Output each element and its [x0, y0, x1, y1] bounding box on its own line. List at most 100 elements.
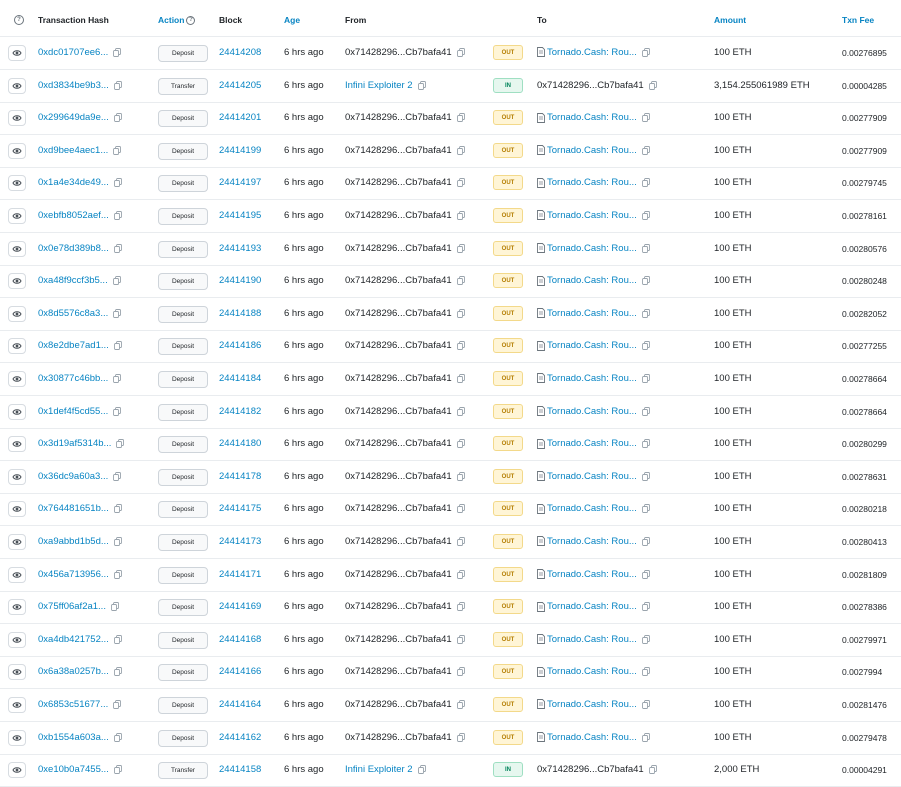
block-link[interactable]: 24414193: [219, 233, 261, 265]
copy-icon[interactable]: [641, 569, 650, 579]
block-link[interactable]: 24414173: [219, 526, 261, 558]
view-details-icon[interactable]: [8, 142, 26, 159]
to-address-link[interactable]: Tornado.Cash: Rou...: [547, 210, 637, 221]
transaction-hash-link[interactable]: 0xebfb8052aef...: [38, 210, 109, 221]
block-link[interactable]: 24414169: [219, 591, 261, 623]
block-link[interactable]: 24414171: [219, 559, 261, 591]
to-address-link[interactable]: Tornado.Cash: Rou...: [547, 275, 637, 286]
from-address[interactable]: 0x71428296...Cb7bafa41: [345, 406, 452, 417]
to-address[interactable]: 0x71428296...Cb7bafa41: [537, 764, 644, 775]
block-link[interactable]: 24414182: [219, 396, 261, 428]
header-amount[interactable]: Amount: [714, 0, 746, 36]
block-link[interactable]: 24414201: [219, 102, 261, 134]
transaction-hash-link[interactable]: 0xd3834be9b3...: [38, 80, 109, 91]
from-address[interactable]: 0x71428296...Cb7bafa41: [345, 732, 452, 743]
view-details-icon[interactable]: [8, 566, 26, 583]
copy-icon[interactable]: [113, 537, 122, 546]
view-details-icon[interactable]: [8, 468, 26, 485]
from-address[interactable]: 0x71428296...Cb7bafa41: [345, 373, 452, 384]
copy-icon[interactable]: [113, 504, 122, 514]
transaction-hash-link[interactable]: 0x0e78d389b8...: [38, 243, 109, 254]
transaction-hash-link[interactable]: 0xa4db421752...: [38, 634, 109, 645]
block-link[interactable]: 24414162: [219, 722, 261, 754]
copy-icon[interactable]: [113, 243, 122, 253]
copy-icon[interactable]: [113, 113, 122, 123]
copy-icon[interactable]: [113, 211, 122, 220]
copy-icon[interactable]: [113, 634, 122, 644]
copy-icon[interactable]: [641, 667, 650, 677]
from-address[interactable]: 0x71428296...Cb7bafa41: [345, 666, 452, 677]
header-txn-fee[interactable]: Txn Fee: [842, 0, 874, 36]
copy-icon[interactable]: [456, 178, 465, 188]
to-address-link[interactable]: Tornado.Cash: Rou...: [547, 438, 637, 449]
from-address[interactable]: 0x71428296...Cb7bafa41: [345, 699, 452, 710]
view-details-icon[interactable]: [8, 338, 26, 355]
transaction-hash-link[interactable]: 0x1def4f5cd55...: [38, 406, 108, 417]
to-address-link[interactable]: Tornado.Cash: Rou...: [547, 145, 637, 156]
view-details-icon[interactable]: [8, 305, 26, 322]
block-link[interactable]: 24414166: [219, 656, 261, 688]
from-address[interactable]: 0x71428296...Cb7bafa41: [345, 177, 452, 188]
copy-icon[interactable]: [641, 732, 650, 742]
view-details-icon[interactable]: [8, 664, 26, 681]
view-details-icon[interactable]: [8, 273, 26, 290]
transaction-hash-link[interactable]: 0xdc01707ee6...: [38, 47, 108, 58]
transaction-hash-link[interactable]: 0x456a713956...: [38, 569, 109, 580]
to-address-link[interactable]: Tornado.Cash: Rou...: [547, 503, 637, 514]
to-address-link[interactable]: Tornado.Cash: Rou...: [547, 406, 637, 417]
copy-icon[interactable]: [112, 276, 121, 286]
transaction-hash-link[interactable]: 0x764481651b...: [38, 503, 109, 514]
copy-icon[interactable]: [641, 602, 650, 612]
copy-icon[interactable]: [456, 341, 465, 351]
copy-icon[interactable]: [456, 374, 465, 383]
to-address-link[interactable]: Tornado.Cash: Rou...: [547, 536, 637, 547]
from-address[interactable]: 0x71428296...Cb7bafa41: [345, 634, 452, 645]
copy-icon[interactable]: [113, 667, 122, 677]
copy-icon[interactable]: [113, 471, 122, 481]
copy-icon[interactable]: [116, 439, 125, 449]
copy-icon[interactable]: [641, 211, 650, 220]
copy-icon[interactable]: [456, 634, 465, 644]
block-link[interactable]: 24414158: [219, 754, 261, 786]
block-link[interactable]: 24414205: [219, 70, 261, 102]
copy-icon[interactable]: [641, 374, 650, 383]
transaction-hash-link[interactable]: 0xb1554a603a...: [38, 732, 109, 743]
copy-icon[interactable]: [641, 113, 650, 123]
copy-icon[interactable]: [456, 211, 465, 220]
copy-icon[interactable]: [456, 439, 465, 449]
from-address[interactable]: 0x71428296...Cb7bafa41: [345, 536, 452, 547]
view-details-icon[interactable]: [8, 501, 26, 518]
transaction-hash-link[interactable]: 0x30877c46bb...: [38, 373, 108, 384]
copy-icon[interactable]: [113, 48, 122, 57]
action-help-icon[interactable]: ?: [186, 16, 196, 26]
view-details-icon[interactable]: [8, 403, 26, 420]
copy-icon[interactable]: [641, 48, 650, 57]
from-address[interactable]: 0x71428296...Cb7bafa41: [345, 308, 452, 319]
from-address[interactable]: Infini Exploiter 2: [345, 80, 413, 91]
copy-icon[interactable]: [641, 243, 650, 253]
to-address[interactable]: 0x71428296...Cb7bafa41: [537, 80, 644, 91]
view-details-icon[interactable]: [8, 45, 26, 61]
to-address-link[interactable]: Tornado.Cash: Rou...: [547, 340, 637, 351]
help-icon[interactable]: ?: [14, 15, 24, 25]
transaction-hash-link[interactable]: 0x36dc9a60a3...: [38, 471, 108, 482]
copy-icon[interactable]: [113, 374, 122, 383]
view-details-icon[interactable]: [8, 697, 26, 713]
from-address[interactable]: 0x71428296...Cb7bafa41: [345, 210, 452, 221]
from-address[interactable]: 0x71428296...Cb7bafa41: [345, 112, 452, 123]
from-address[interactable]: 0x71428296...Cb7bafa41: [345, 243, 452, 254]
copy-icon[interactable]: [456, 471, 465, 481]
block-link[interactable]: 24414178: [219, 461, 261, 493]
transaction-hash-link[interactable]: 0x6a38a0257b...: [38, 666, 109, 677]
from-address[interactable]: Infini Exploiter 2: [345, 764, 413, 775]
block-link[interactable]: 24414199: [219, 135, 261, 167]
to-address-link[interactable]: Tornado.Cash: Rou...: [547, 308, 637, 319]
copy-icon[interactable]: [648, 80, 657, 90]
to-address-link[interactable]: Tornado.Cash: Rou...: [547, 112, 637, 123]
from-address[interactable]: 0x71428296...Cb7bafa41: [345, 438, 452, 449]
copy-icon[interactable]: [456, 537, 465, 546]
to-address-link[interactable]: Tornado.Cash: Rou...: [547, 699, 637, 710]
copy-icon[interactable]: [456, 113, 465, 123]
copy-icon[interactable]: [641, 537, 650, 546]
copy-icon[interactable]: [641, 276, 650, 286]
